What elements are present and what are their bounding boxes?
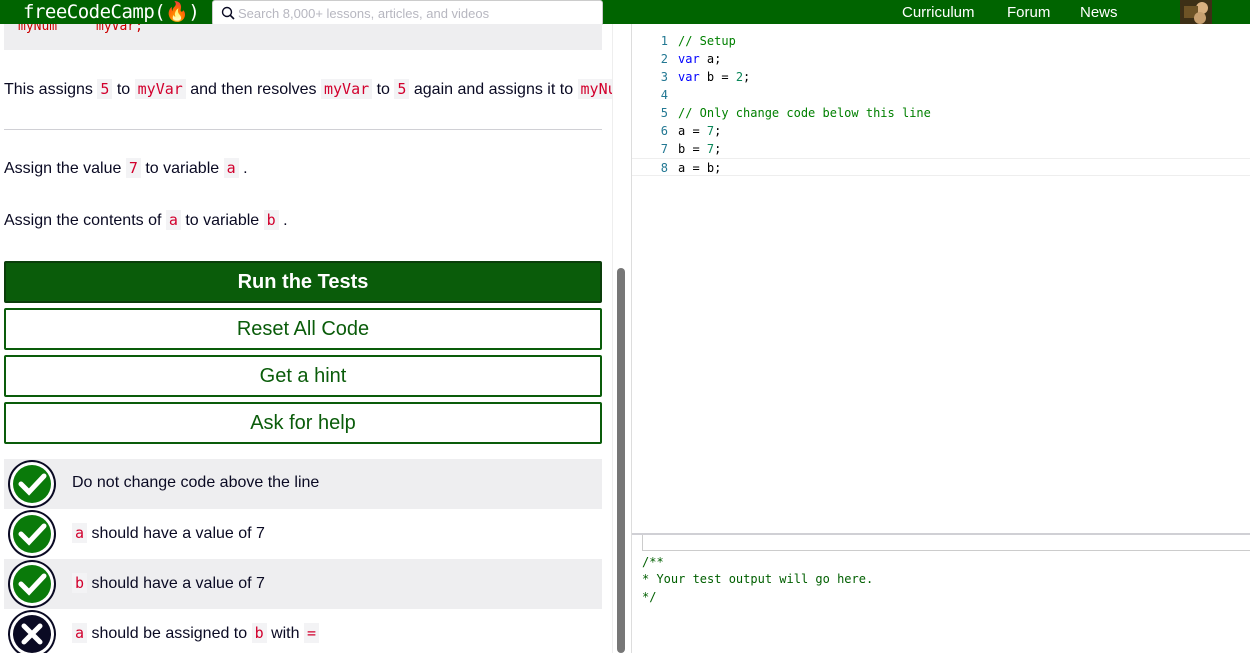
avatar[interactable] — [1180, 0, 1212, 24]
test-row: b should have a value of 7 — [4, 559, 602, 609]
pane-resizer[interactable] — [612, 24, 632, 653]
freecodecamp-logo[interactable]: freeCodeCamp(🔥) — [23, 0, 200, 24]
search-icon — [221, 6, 235, 20]
top-navbar: freeCodeCamp(🔥) Curriculum Forum News — [0, 0, 1250, 26]
editor-line[interactable]: 5// Only change code below this line — [632, 104, 1250, 122]
ask-help-button[interactable]: Ask for help — [4, 402, 602, 444]
lesson-paragraph: This assigns 5 to myVar and then resolve… — [4, 79, 612, 99]
nav-forum-link[interactable]: Forum — [1007, 0, 1050, 24]
nav-curriculum-link[interactable]: Curriculum — [902, 0, 975, 24]
code-editor[interactable]: 1// Setup 2 var a; 3 var b = 2; 4 5// Only… — [632, 24, 1250, 534]
test-row: Do not change code above the line — [4, 459, 602, 509]
avatar-image-icon — [1180, 0, 1212, 24]
editor-line[interactable]: 6a = 7; — [632, 122, 1250, 140]
scrollbar-thumb[interactable] — [617, 268, 625, 653]
search-input[interactable] — [238, 3, 598, 23]
pass-check-icon — [8, 560, 56, 608]
instruction-2: Assign the contents of a to variable b . — [4, 210, 288, 230]
output-header — [642, 535, 1250, 551]
reset-code-button[interactable]: Reset All Code — [4, 308, 602, 350]
test-text: Do not change code above the line — [72, 474, 320, 491]
editor-line[interactable]: 1// Setup — [632, 32, 1250, 50]
get-hint-button[interactable]: Get a hint — [4, 355, 602, 397]
code-example-block: myNum myVar; — [4, 24, 602, 50]
editor-line-current[interactable]: 8a = b; — [632, 158, 1250, 176]
run-tests-button[interactable]: Run the Tests — [4, 261, 602, 303]
pass-check-icon — [8, 510, 56, 558]
editor-line[interactable]: 4 — [632, 86, 1250, 104]
section-divider — [4, 129, 602, 130]
search-box[interactable] — [212, 0, 603, 26]
instruction-1: Assign the value 7 to variable a . — [4, 158, 248, 178]
instructions-pane: myNum myVar; This assigns 5 to myVar and… — [0, 24, 612, 653]
test-row: a should be assigned to b with = — [4, 609, 602, 653]
output-line: * Your test output will go here. — [642, 572, 874, 586]
test-text: a should be assigned to b with = — [72, 623, 319, 643]
pass-check-icon — [8, 460, 56, 508]
output-line: */ — [642, 590, 657, 604]
test-text: b should have a value of 7 — [72, 573, 265, 593]
fail-x-icon — [8, 610, 56, 653]
code-example-token: myNum — [18, 24, 58, 34]
nav-news-link[interactable]: News — [1080, 0, 1118, 24]
editor-line[interactable]: 7b = 7; — [632, 140, 1250, 158]
test-text: a should have a value of 7 — [72, 523, 265, 543]
editor-line[interactable]: 3 var b = 2; — [632, 68, 1250, 86]
test-row: a should have a value of 7 — [4, 509, 602, 559]
editor-line[interactable]: 2 var a; — [632, 50, 1250, 68]
test-output-panel: /** * Your test output will go here. */ — [632, 535, 1250, 653]
output-line: /** — [642, 555, 664, 569]
code-example-token: myVar; — [96, 24, 143, 34]
